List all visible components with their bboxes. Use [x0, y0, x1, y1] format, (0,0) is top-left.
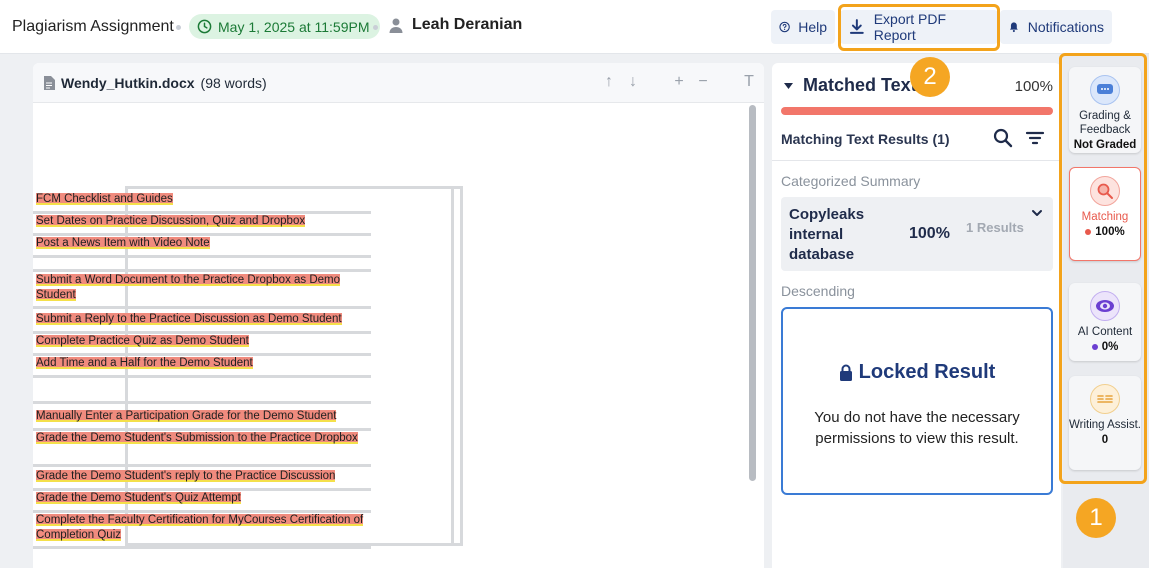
document-table-right-column	[451, 186, 463, 546]
highlighted-text: Complete the Faculty Certification for M…	[36, 514, 364, 541]
matching-results-label: Matching Text Results	[781, 131, 929, 147]
arrow-down-icon[interactable]: ↓	[626, 73, 640, 91]
table-row: FCM Checklist and Guides	[33, 192, 371, 214]
highlighted-text: Submit a Reply to the Practice Discussio…	[36, 313, 342, 325]
source-percent: 100%	[909, 225, 950, 242]
separator-dot	[176, 25, 181, 30]
clock-icon	[197, 19, 212, 34]
bell-icon	[1009, 22, 1018, 33]
locked-result-card: Locked Result You do not have the necess…	[781, 307, 1053, 495]
help-button[interactable]: Help	[771, 10, 835, 44]
table-row: Submit a Word Document to the Practice D…	[33, 273, 371, 309]
search-icon[interactable]	[992, 127, 1014, 149]
document-panel: Wendy_Hutkin.docx (98 words) ↑ ↓ + − T F…	[33, 63, 764, 568]
highlighted-text: Set Dates on Practice Discussion, Quiz a…	[36, 215, 306, 227]
zoom-in-icon[interactable]: +	[672, 73, 686, 91]
highlighted-text: FCM Checklist and Guides	[36, 193, 173, 205]
callout-badge-2: 2	[910, 57, 950, 97]
document-scrollbar[interactable]	[749, 105, 756, 481]
help-label: Help	[798, 19, 827, 35]
table-row: Grade the Demo Student's Quiz Attempt	[33, 491, 371, 513]
source-results: 1 Results	[966, 220, 1024, 235]
document-header: Wendy_Hutkin.docx (98 words) ↑ ↓ + − T	[33, 63, 764, 103]
due-date-badge: May 1, 2025 at 11:59PM	[189, 14, 380, 39]
caret-down-icon	[784, 82, 793, 89]
table-row	[33, 258, 371, 272]
user-name: Leah Deranian	[412, 16, 523, 33]
document-icon	[44, 76, 55, 90]
matching-results-bar: Matching Text Results (1)	[772, 123, 1061, 161]
matched-text-header[interactable]: Matched Text	[784, 75, 917, 96]
highlighted-text: Grade the Demo Student's Quiz Attempt	[36, 492, 241, 504]
table-row: Complete the Faculty Certification for M…	[33, 513, 371, 549]
highlighted-text: Submit a Word Document to the Practice D…	[36, 274, 341, 301]
chevron-down-icon[interactable]	[1031, 207, 1043, 219]
table-row: Grade the Demo Student's Submission to t…	[33, 431, 371, 467]
table-row: Grade the Demo Student's reply to the Pr…	[33, 469, 371, 491]
highlighted-text: Manually Enter a Participation Grade for…	[36, 410, 337, 422]
document-toolbar: ↑ ↓ + − T	[602, 73, 756, 91]
highlighted-text: Grade the Demo Student's reply to the Pr…	[36, 470, 336, 482]
source-name: Copyleaks internal database	[789, 206, 865, 263]
matched-text-panel: Matched Text 100% Matching Text Results …	[772, 63, 1061, 568]
locked-result-title: Locked Result	[858, 361, 996, 383]
lock-icon	[839, 364, 852, 381]
table-row: Manually Enter a Participation Grade for…	[33, 409, 371, 431]
notifications-label: Notifications	[1027, 19, 1104, 35]
table-row: Submit a Reply to the Practice Discussio…	[33, 312, 371, 334]
sort-order-label[interactable]: Descending	[781, 283, 855, 299]
categorized-summary-label: Categorized Summary	[781, 173, 921, 189]
table-row	[33, 378, 371, 404]
user-info: Leah Deranian	[388, 16, 522, 34]
arrow-up-icon[interactable]: ↑	[602, 73, 616, 91]
help-icon	[779, 21, 790, 33]
highlighted-text: Grade the Demo Student's Submission to t…	[36, 432, 358, 444]
table-row: Complete Practice Quiz as Demo Student	[33, 334, 371, 356]
locked-result-description: You do not have the necessary permission…	[814, 409, 1020, 447]
export-highlight-frame	[838, 4, 1000, 51]
text-format-icon[interactable]: T	[742, 73, 756, 91]
highlighted-text: Complete Practice Quiz as Demo Student	[36, 335, 249, 347]
matching-results-title: Matching Text Results (1)	[781, 131, 950, 147]
document-filename: Wendy_Hutkin.docx	[61, 75, 195, 91]
separator-dot	[373, 25, 378, 30]
document-word-count: (98 words)	[200, 75, 267, 91]
highlighted-text: Post a News Item with Video Note	[36, 237, 210, 249]
notifications-button[interactable]: Notifications	[1000, 10, 1112, 44]
highlighted-text: Add Time and a Half for the Demo Student	[36, 357, 253, 369]
matching-results-count: (1)	[932, 131, 950, 147]
zoom-out-icon[interactable]: −	[696, 73, 710, 91]
matched-percent: 100%	[1014, 78, 1053, 95]
matched-text-title: Matched Text	[803, 75, 917, 95]
match-progress-bar	[781, 107, 1053, 115]
locked-result-heading: Locked Result	[783, 361, 1051, 384]
filter-icon[interactable]	[1024, 127, 1046, 149]
source-summary-card[interactable]: Copyleaks internal database 100% 1 Resul…	[781, 197, 1053, 271]
table-row: Add Time and a Half for the Demo Student	[33, 356, 371, 378]
table-row: Set Dates on Practice Discussion, Quiz a…	[33, 214, 371, 236]
table-row: Post a News Item with Video Note	[33, 236, 371, 258]
user-icon	[389, 18, 403, 33]
due-date-text: May 1, 2025 at 11:59PM	[218, 18, 370, 35]
document-file-info: Wendy_Hutkin.docx (98 words)	[43, 75, 267, 91]
assignment-title: Plagiarism Assignment	[12, 18, 174, 35]
callout-badge-1: 1	[1076, 498, 1116, 538]
rail-highlight-frame	[1059, 53, 1147, 484]
